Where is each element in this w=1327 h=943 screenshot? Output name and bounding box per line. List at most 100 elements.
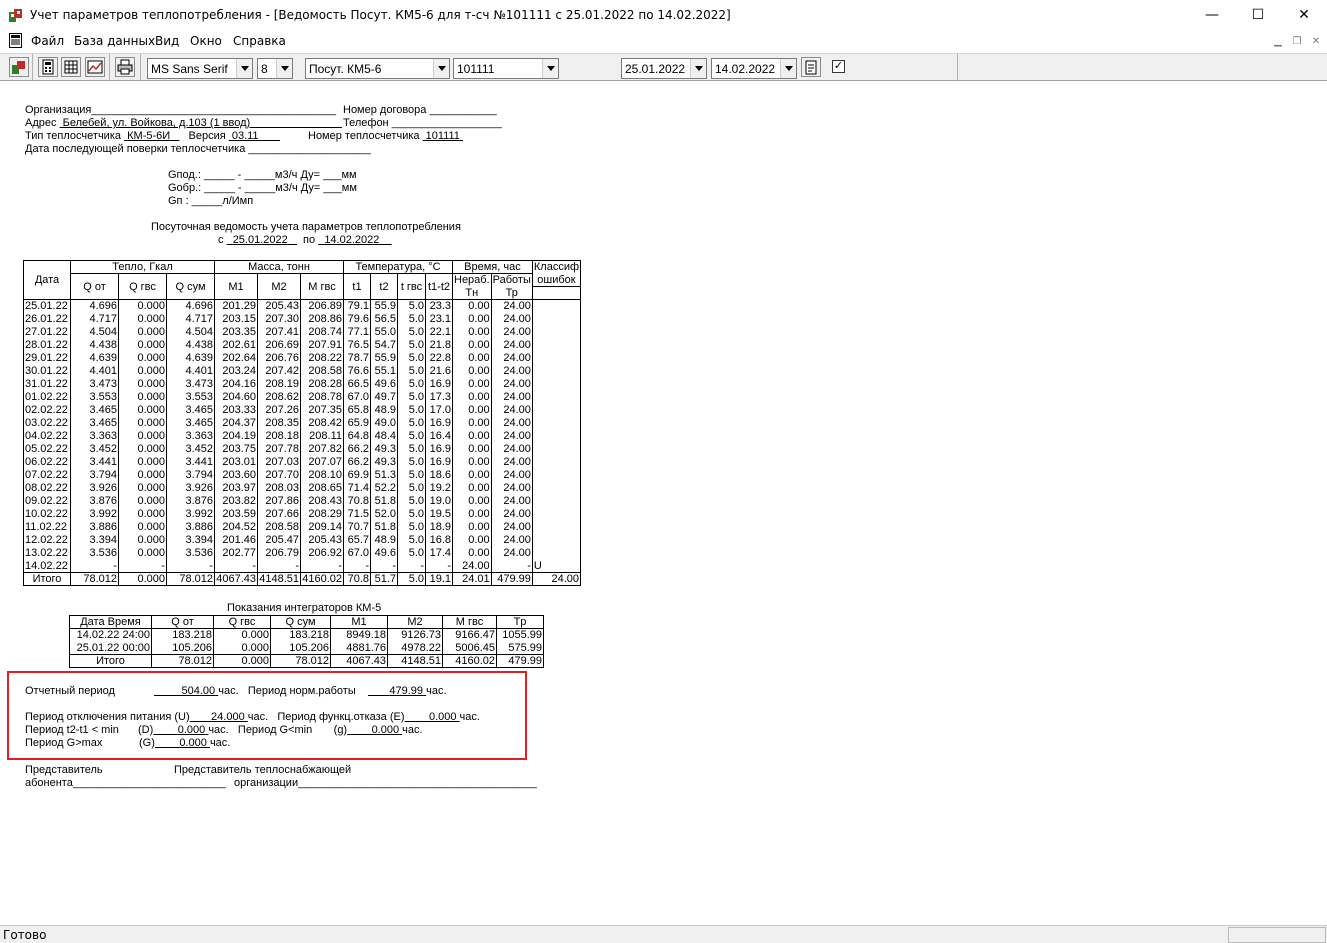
table-cell: 4.504 bbox=[70, 325, 119, 339]
menu-window[interactable]: Окно bbox=[190, 34, 222, 48]
table-cell: 203.60 bbox=[214, 468, 258, 482]
table-cell: 0.000 bbox=[118, 455, 167, 469]
table-cell: 3.473 bbox=[70, 377, 119, 391]
table-cell: 3.452 bbox=[70, 442, 119, 456]
table-cell: 31.01.22 bbox=[23, 377, 71, 391]
table-cell: 5.0 bbox=[397, 572, 426, 586]
table-total-row: Итого 78.012 0.000 78.012 4067.43 4148.51 4160… bbox=[23, 572, 582, 586]
table-cell: 11.02.22 bbox=[23, 520, 71, 534]
calculator-button[interactable] bbox=[38, 57, 58, 77]
chevron-down-icon[interactable] bbox=[780, 59, 796, 78]
meter-select[interactable]: 101111 bbox=[453, 58, 559, 79]
table-cell: 16.4 bbox=[425, 429, 453, 443]
table-cell: 19.5 bbox=[425, 507, 453, 521]
connect-button[interactable] bbox=[9, 57, 29, 77]
group-mass: Масса, тонн bbox=[214, 260, 344, 274]
option-checkbox[interactable]: ✓ bbox=[832, 60, 845, 73]
col-errors: ошибок bbox=[531, 273, 582, 287]
daily-table: Дата Тепло, Гкал Масса, тонн Температура… bbox=[23, 260, 582, 586]
table-cell: 208.42 bbox=[300, 416, 344, 430]
table-cell: 4881.76 bbox=[330, 641, 388, 655]
table-cell: 24.00 bbox=[490, 390, 533, 404]
chevron-down-icon[interactable] bbox=[433, 59, 449, 78]
table-cell: 22.8 bbox=[425, 351, 453, 365]
table-cell: 3.553 bbox=[166, 390, 215, 404]
report-settings-button[interactable] bbox=[801, 57, 821, 77]
table-cell: 3.465 bbox=[70, 403, 119, 417]
table-row: 09.02.22 3.876 0.000 3.876 203.82 207.86 208.4… bbox=[23, 494, 582, 508]
table-cell: 09.02.22 bbox=[23, 494, 71, 508]
table-cell: 78.012 bbox=[151, 654, 214, 668]
chevron-down-icon[interactable] bbox=[542, 59, 558, 78]
table-cell: 3.992 bbox=[166, 507, 215, 521]
table-cell: 207.03 bbox=[257, 455, 301, 469]
mdi-close-button[interactable]: ✕ bbox=[1308, 35, 1324, 49]
date-from-value: 25.01.2022 bbox=[625, 62, 686, 76]
font-size-value: 8 bbox=[261, 62, 268, 76]
menu-database[interactable]: База данных bbox=[74, 34, 155, 48]
table-cell: 5.0 bbox=[397, 507, 426, 521]
table-cell: 202.61 bbox=[214, 338, 258, 352]
date-from-picker[interactable]: 25.01.2022 bbox=[621, 58, 707, 79]
col-q-ot: Q от bbox=[70, 273, 119, 300]
menu-view[interactable]: Вид bbox=[155, 34, 179, 48]
table-cell: 5006.45 bbox=[442, 641, 497, 655]
document-icon[interactable] bbox=[9, 33, 22, 48]
table-cell: 19.0 bbox=[425, 494, 453, 508]
address-line: Адрес Белебей, ул. Войкова, д.103 (1 вво… bbox=[25, 117, 251, 129]
meter-type-line: Тип теплосчетчика КМ-5-6И Версия 03.11 bbox=[25, 130, 259, 142]
table-cell: 17.4 bbox=[425, 546, 453, 560]
table-cell: 0.00 bbox=[452, 546, 492, 560]
close-button[interactable]: ✕ bbox=[1281, 0, 1327, 31]
chevron-down-icon[interactable] bbox=[276, 59, 292, 78]
date-to-picker[interactable]: 14.02.2022 bbox=[711, 58, 797, 79]
table-cell: 9126.73 bbox=[387, 628, 443, 642]
table-cell: 77.1 bbox=[343, 325, 371, 339]
table-cell: 19.1 bbox=[425, 572, 453, 586]
col-t1-t2: t1-t2 bbox=[425, 273, 453, 300]
chevron-down-icon[interactable] bbox=[236, 59, 252, 78]
table-cell bbox=[531, 494, 582, 508]
table-cell: 26.01.22 bbox=[23, 312, 71, 326]
table-cell: 51.8 bbox=[370, 520, 398, 534]
table-cell: 208.43 bbox=[300, 494, 344, 508]
table-cell: 13.02.22 bbox=[23, 546, 71, 560]
table-cell bbox=[531, 442, 582, 456]
chart-button[interactable] bbox=[85, 57, 105, 77]
table-cell: 67.0 bbox=[343, 390, 371, 404]
group-time: Время, час bbox=[452, 260, 533, 274]
table-cell: 3.794 bbox=[70, 468, 119, 482]
menu-file[interactable]: Файл bbox=[31, 34, 64, 48]
table-cell: 208.62 bbox=[257, 390, 301, 404]
table-cell: 0.000 bbox=[118, 429, 167, 443]
table-cell: 207.86 bbox=[257, 494, 301, 508]
mdi-minimize-button[interactable]: ▁ bbox=[1270, 35, 1286, 49]
table-row: 30.01.22 4.401 0.000 4.401 203.24 207.42 208.5… bbox=[23, 364, 582, 378]
menu-help[interactable]: Справка bbox=[233, 34, 286, 48]
table-cell: 0.000 bbox=[118, 325, 167, 339]
print-button[interactable] bbox=[115, 57, 135, 77]
table-cell: 203.59 bbox=[214, 507, 258, 521]
report-type-select[interactable]: Посут. КМ5-6 bbox=[305, 58, 450, 79]
table-cell: 19.2 bbox=[425, 481, 453, 495]
table-cell: 208.19 bbox=[257, 377, 301, 391]
table-cell: 76.5 bbox=[343, 338, 371, 352]
table-button[interactable] bbox=[61, 57, 81, 77]
table-cell: 4.696 bbox=[166, 299, 215, 313]
integrators-column-header: M гвс bbox=[442, 615, 497, 629]
mdi-restore-button[interactable]: ❐ bbox=[1289, 35, 1305, 49]
table-cell: 18.9 bbox=[425, 520, 453, 534]
font-select[interactable]: MS Sans Serif bbox=[147, 58, 253, 79]
table-cell bbox=[531, 299, 582, 313]
col-classification: Классиф bbox=[531, 260, 582, 274]
maximize-button[interactable]: ☐ bbox=[1235, 0, 1281, 31]
chevron-down-icon[interactable] bbox=[690, 59, 706, 78]
minimize-button[interactable]: — bbox=[1189, 0, 1235, 31]
font-size-select[interactable]: 8 bbox=[257, 58, 293, 79]
table-cell bbox=[531, 325, 582, 339]
table-cell: 3.452 bbox=[166, 442, 215, 456]
table-cell: 14.02.22 bbox=[23, 559, 71, 573]
table-cell: 24.00 bbox=[490, 520, 533, 534]
table-cell: 0.000 bbox=[213, 628, 271, 642]
col-q-sum: Q сум bbox=[166, 273, 215, 300]
